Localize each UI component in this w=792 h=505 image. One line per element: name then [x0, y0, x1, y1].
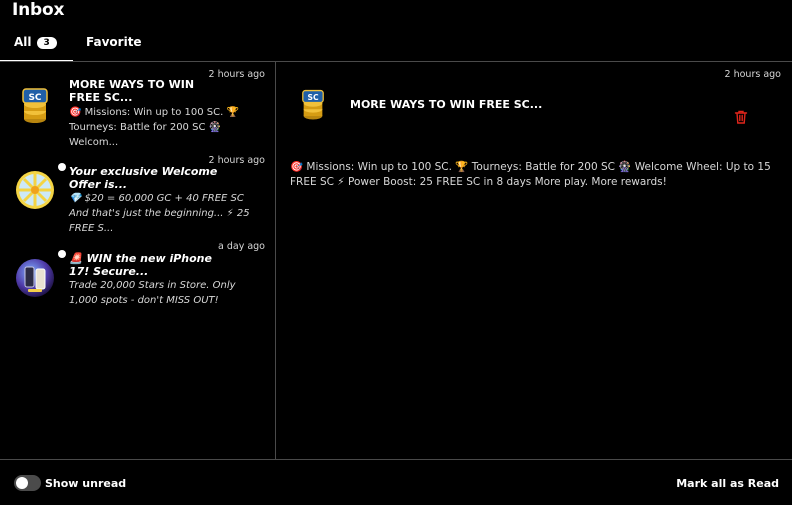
message-title: 🚨 WIN the new iPhone 17! Secure... [69, 252, 212, 278]
message-detail: 2 hours ago SC MORE WAYS TO WIN FREE SC.… [276, 62, 792, 459]
detail-time: 2 hours ago [724, 69, 781, 80]
tab-bar: All 3 Favorite [0, 32, 792, 62]
tab-all[interactable]: All 3 [14, 35, 57, 49]
message-title: Your exclusive Welcome Offer is... [69, 165, 218, 191]
message-preview: 🎯 Missions: Win up to 100 SC. 🏆 Tourneys… [69, 107, 239, 148]
message-preview: Trade 20,000 Stars in Store. Only 1,000 … [69, 280, 236, 306]
svg-text:SC: SC [307, 93, 319, 102]
message-time: a day ago [218, 241, 265, 252]
message-item-welcome-offer[interactable]: 2 hours ago Your exclusive Welcome Offer… [0, 150, 275, 236]
iphone-promo-icon [16, 259, 54, 297]
detail-body: 🎯 Missions: Win up to 100 SC. 🏆 Tourneys… [290, 161, 771, 188]
message-list: 2 hours ago SC MORE WAYS TO WIN FREE SC.… [0, 62, 275, 459]
mark-all-read-button[interactable]: Mark all as Read [676, 477, 779, 490]
tab-favorite[interactable]: Favorite [86, 35, 142, 49]
footer-bar: Show unread Mark all as Read [0, 460, 792, 505]
show-unread-toggle[interactable] [14, 475, 41, 491]
svg-text:SC: SC [28, 93, 41, 103]
message-item-more-ways[interactable]: 2 hours ago SC MORE WAYS TO WIN FREE SC.… [0, 62, 275, 150]
message-item-iphone[interactable]: a day ago 🚨 WIN the new iPhone 17! Secur… [0, 236, 275, 326]
show-unread-label: Show unread [45, 477, 127, 490]
message-title: MORE WAYS TO WIN FREE SC... [69, 78, 195, 104]
tab-all-label: All [14, 35, 32, 49]
sc-coins-icon: SC [302, 89, 324, 120]
unread-count-badge: 3 [36, 37, 57, 49]
unread-indicator [58, 163, 66, 171]
unread-indicator [58, 250, 66, 258]
page-title: Inbox [12, 0, 65, 20]
message-preview: 💎 $20 = 60,000 GC + 40 FREE SC And that'… [69, 193, 250, 234]
prize-wheel-icon [16, 171, 54, 209]
toggle-knob [16, 477, 28, 489]
trash-icon[interactable] [733, 109, 749, 125]
detail-title: MORE WAYS TO WIN FREE SC... [350, 98, 543, 111]
sc-coins-icon: SC [22, 88, 48, 123]
